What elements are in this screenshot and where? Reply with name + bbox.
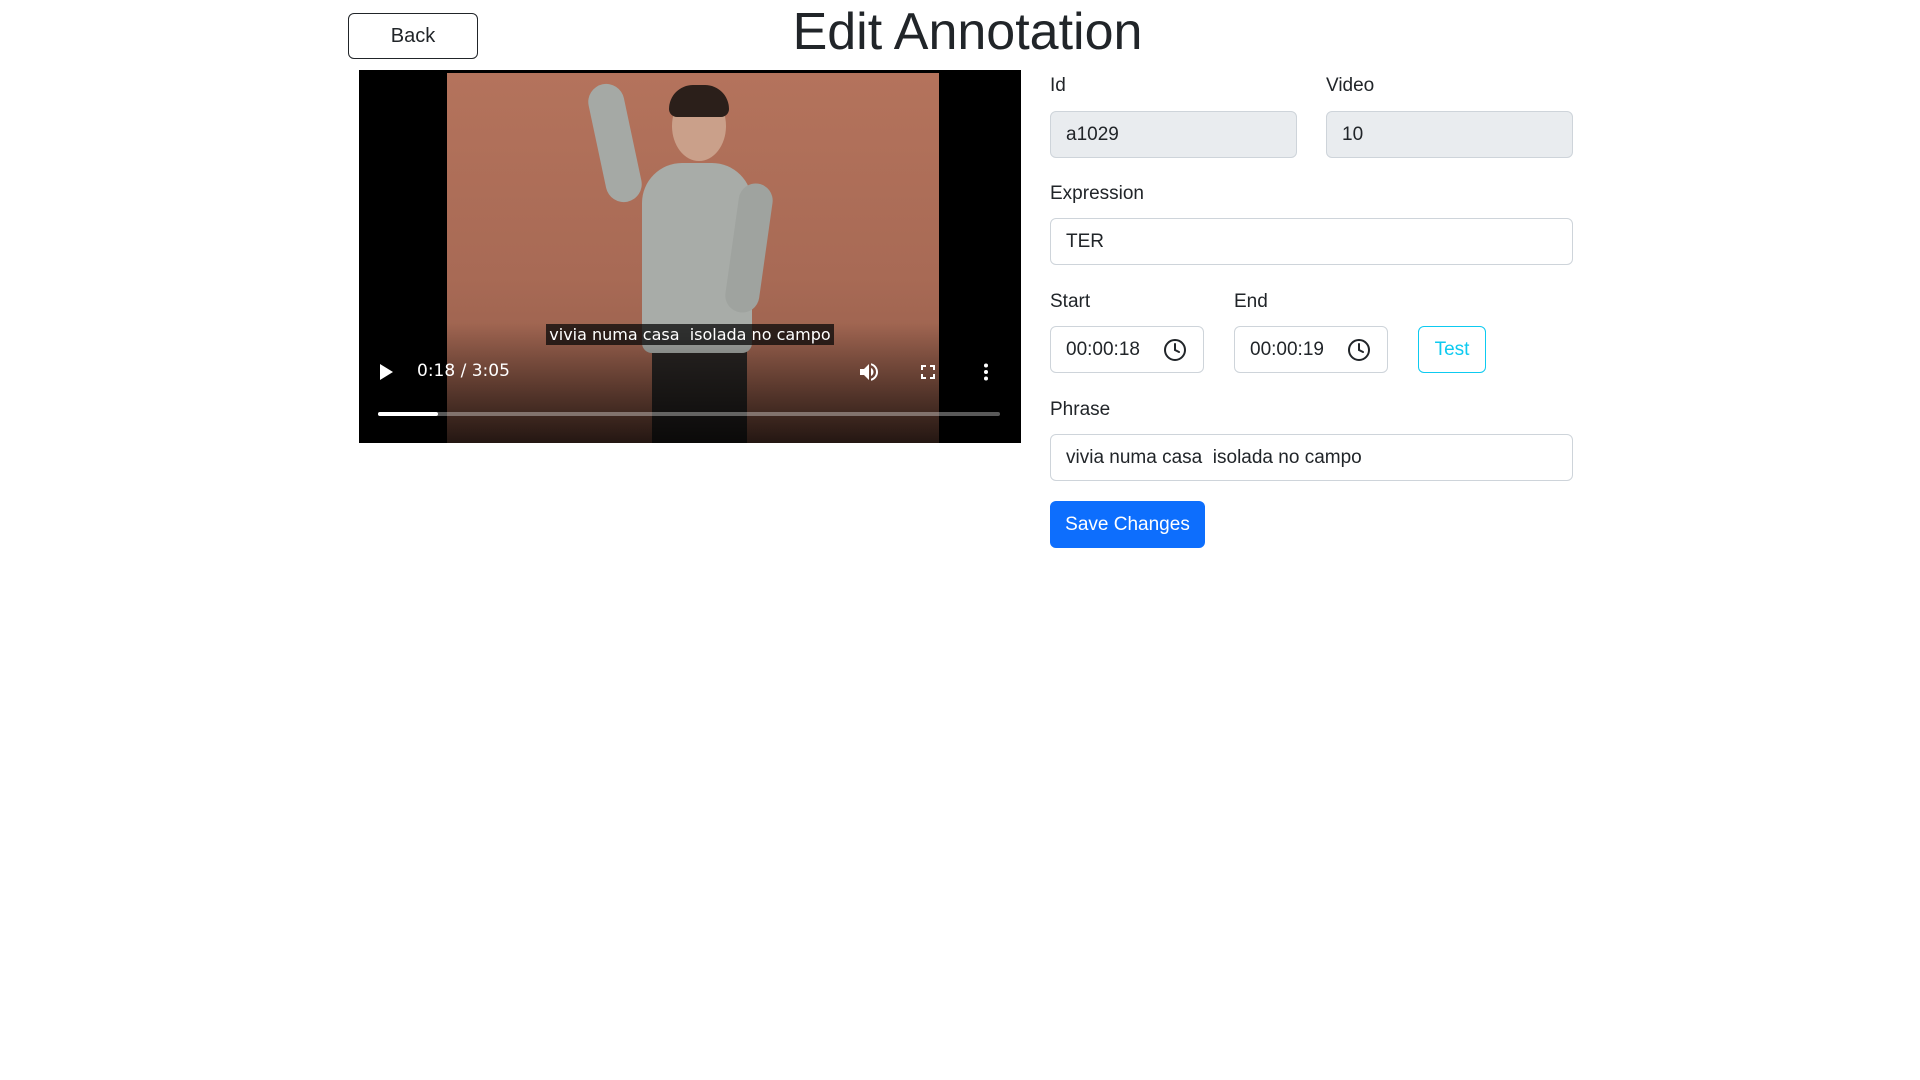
progress-fill	[378, 412, 439, 416]
video-caption: vivia numa casa isolada no campo	[359, 324, 1021, 345]
expression-input[interactable]: TER	[1050, 218, 1573, 265]
test-button[interactable]: Test	[1418, 326, 1486, 373]
clock-icon[interactable]	[1347, 338, 1371, 362]
start-time-value: 00:00:18	[1066, 338, 1140, 360]
page-title: Edit Annotation	[792, 3, 1143, 61]
end-time-value: 00:00:19	[1250, 338, 1324, 360]
progress-bar[interactable]	[378, 412, 1000, 416]
save-changes-button[interactable]: Save Changes	[1050, 501, 1205, 548]
start-time-input[interactable]: 00:00:18	[1050, 326, 1204, 373]
time-readout: 0:18 / 3:05	[417, 361, 510, 381]
fullscreen-icon[interactable]	[916, 360, 940, 384]
video-player[interactable]: vivia numa casa isolada no campo 0:18 / …	[359, 70, 1021, 443]
id-field: a1029	[1050, 111, 1297, 158]
clock-icon[interactable]	[1163, 338, 1187, 362]
end-time-input[interactable]: 00:00:19	[1234, 326, 1388, 373]
start-label: Start	[1050, 291, 1091, 312]
id-label: Id	[1050, 75, 1066, 96]
video-field: 10	[1326, 111, 1573, 158]
person-arm	[584, 80, 646, 206]
person-hair	[669, 85, 729, 117]
volume-icon[interactable]	[857, 360, 881, 384]
end-label: End	[1234, 291, 1268, 312]
phrase-input[interactable]: vivia numa casa isolada no campo	[1050, 434, 1573, 481]
video-label: Video	[1326, 75, 1375, 96]
play-icon[interactable]	[380, 364, 393, 380]
video-caption-text: vivia numa casa isolada no campo	[546, 324, 834, 345]
expression-label: Expression	[1050, 183, 1144, 204]
edit-annotation-page: Back Edit Annotation vivia numa casa iso…	[0, 0, 1920, 1080]
more-options-icon[interactable]	[974, 360, 998, 384]
phrase-label: Phrase	[1050, 399, 1111, 420]
